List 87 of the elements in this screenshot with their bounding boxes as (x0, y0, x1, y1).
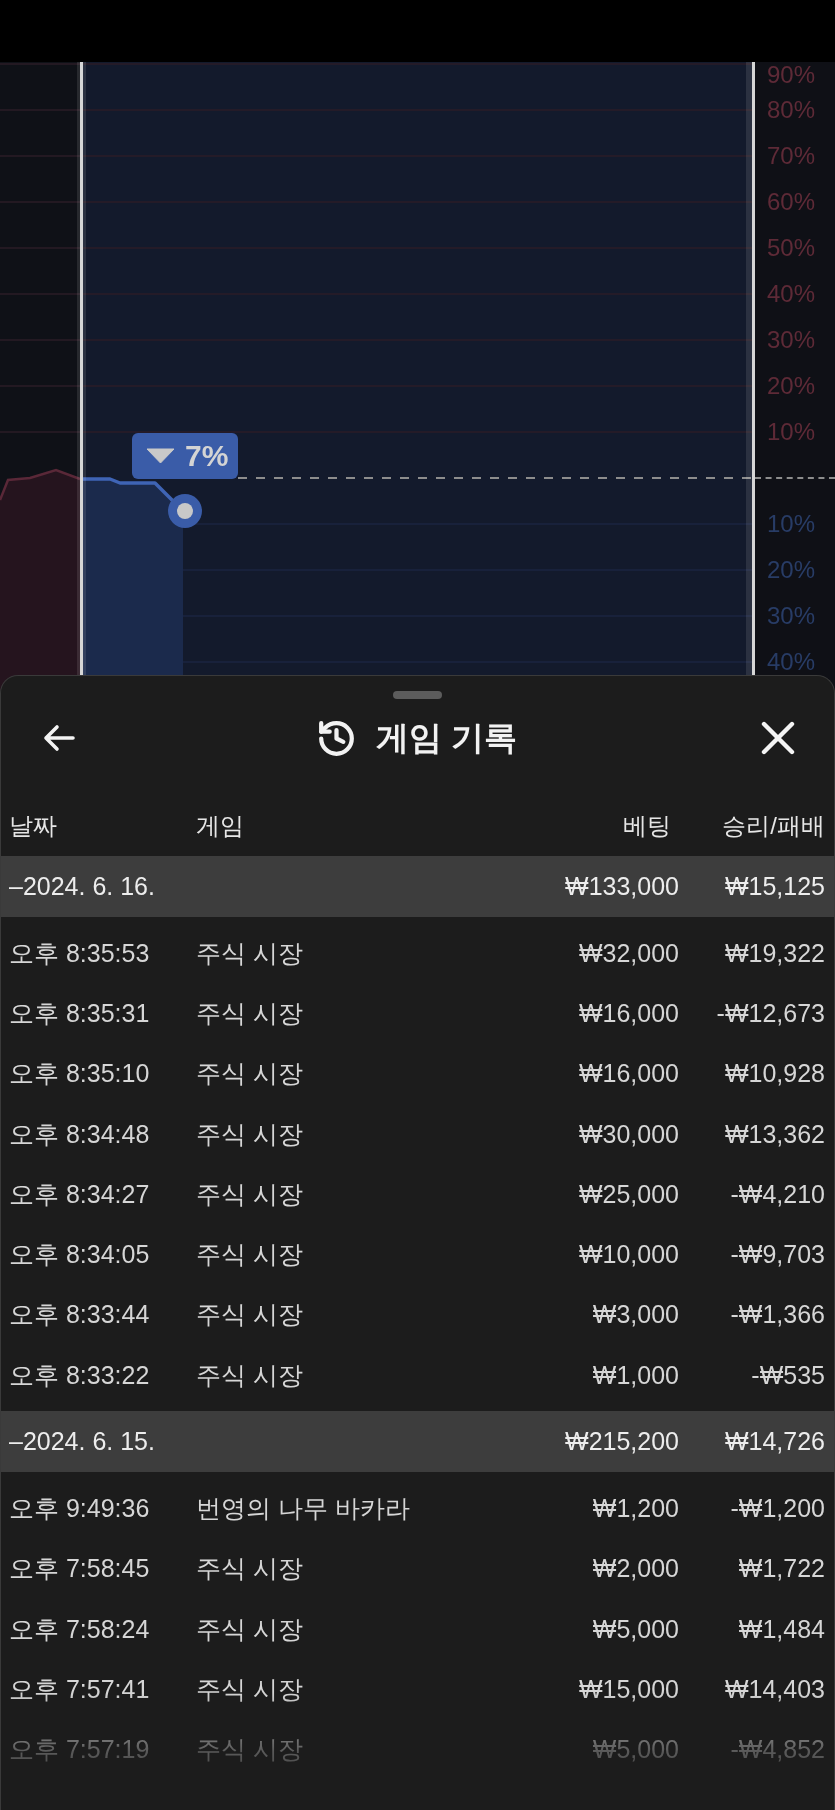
result-cell: -₩9,703 (730, 1240, 825, 1270)
column-header: 날짜 (9, 811, 57, 841)
game-cell-text: 주식 시장 (196, 1118, 303, 1150)
result-cell: -₩535 (751, 1360, 825, 1390)
game-cell-text: 주식 시장 (196, 1359, 303, 1391)
game-cell-text: 주식 시장 (196, 1058, 303, 1090)
axis-label: 90% (767, 62, 816, 87)
result-cell: -₩1,366 (730, 1300, 825, 1330)
axis-label: 70% (767, 144, 816, 168)
result-cell: -₩4,210 (730, 1179, 825, 1209)
time-cell-text: 오후 8:35:10 (9, 1058, 150, 1090)
bet-total-cell: ₩133,000 (565, 872, 679, 901)
bet-cell: ₩5,000 (592, 1614, 679, 1644)
result-cell: ₩10,928 (724, 1059, 825, 1089)
result-cell: ₩1,484 (738, 1614, 825, 1644)
arrow-left-icon (43, 724, 75, 752)
result-cell: ₩13,362 (724, 1119, 825, 1149)
bet-cell: ₩10,000 (578, 1240, 679, 1270)
date-group-row[interactable]: –2024. 6. 16. ₩133,000 ₩15,125 (1, 856, 834, 917)
sheet-title: 게임 기록 (375, 717, 518, 758)
bet-cell: ₩2,000 (592, 1554, 679, 1584)
axis-label: 80% (767, 98, 816, 122)
axis-label: 30% (767, 604, 816, 628)
result-total-cell: ₩14,726 (724, 1427, 825, 1457)
close-button[interactable] (761, 721, 795, 755)
time-cell-text: 오후 9:49:36 (9, 1493, 150, 1524)
axis-label: 40% (767, 650, 816, 674)
down-triangle-icon (146, 448, 175, 464)
result-cell: -₩4,852 (730, 1735, 825, 1765)
bet-cell: ₩16,000 (578, 1059, 679, 1089)
bet-cell: ₩1,200 (592, 1494, 679, 1523)
bet-cell: ₩15,000 (578, 1674, 679, 1704)
axis-label: 40% (767, 282, 816, 306)
time-cell-text: 오후 8:34:05 (9, 1239, 150, 1271)
bet-total-cell: ₩215,200 (565, 1427, 679, 1457)
point-marker-icon (168, 494, 202, 528)
axis-label: 10% (767, 420, 816, 444)
time-cell-text: 오후 7:58:24 (9, 1613, 150, 1645)
result-total-cell: ₩15,125 (724, 872, 825, 901)
game-cell-text: 주식 시장 (196, 1673, 303, 1705)
game-cell-text: 주식 시장 (196, 997, 303, 1029)
date-group-row[interactable]: –2024. 6. 15. ₩215,200 ₩14,726 (1, 1411, 834, 1473)
game-cell-text: 주식 시장 (196, 1239, 303, 1271)
time-cell-text: 오후 8:33:44 (9, 1299, 150, 1331)
axis-label: 20% (767, 558, 816, 582)
game-cell-text: 주식 시장 (196, 1613, 303, 1645)
column-header: 베팅 (623, 811, 672, 841)
axis-label: 30% (767, 328, 816, 352)
bet-cell: ₩32,000 (578, 938, 679, 968)
result-cell: ₩14,403 (724, 1674, 825, 1704)
axis-label: 20% (767, 374, 816, 398)
result-cell: -₩12,673 (716, 998, 825, 1028)
column-header: 게임 (196, 811, 244, 841)
time-cell-text: 오후 8:35:53 (9, 937, 150, 969)
drag-handle[interactable] (393, 691, 442, 699)
history-icon (318, 720, 354, 756)
game-cell-text: 주식 시장 (196, 1553, 303, 1585)
axis-label: 50% (767, 236, 816, 260)
date-cell: –2024. 6. 15. (9, 1427, 155, 1457)
game-cell-text: 주식 시장 (196, 1734, 303, 1766)
back-button[interactable] (43, 724, 75, 752)
close-icon (761, 721, 795, 755)
game-cell-text: 주식 시장 (196, 937, 303, 969)
bet-cell: ₩25,000 (578, 1179, 679, 1209)
bet-cell: ₩5,000 (592, 1735, 679, 1765)
axis-label: 60% (767, 190, 816, 214)
result-cell: -₩1,200 (730, 1494, 825, 1523)
date-cell: –2024. 6. 16. (9, 872, 155, 901)
time-cell-text: 오후 7:57:19 (9, 1734, 150, 1766)
result-cell: ₩1,722 (738, 1554, 825, 1584)
bet-cell: ₩1,000 (592, 1360, 679, 1390)
bet-cell: ₩30,000 (578, 1119, 679, 1149)
time-cell-text: 오후 8:35:31 (9, 997, 150, 1029)
change-percent: 7% (185, 441, 229, 471)
time-cell-text: 오후 7:58:45 (9, 1553, 150, 1585)
bet-cell: ₩16,000 (578, 998, 679, 1028)
game-cell-text: 주식 시장 (196, 1299, 303, 1331)
time-cell-text: 오후 7:57:41 (9, 1673, 150, 1705)
time-cell-text: 오후 8:34:48 (9, 1118, 150, 1150)
result-cell: ₩19,322 (724, 938, 825, 968)
game-cell-text: 주식 시장 (196, 1178, 303, 1210)
game-cell-text: 번영의 나무 바카라 (196, 1493, 410, 1524)
bet-cell: ₩3,000 (592, 1300, 679, 1330)
time-cell-text: 오후 8:34:27 (9, 1178, 150, 1210)
axis-label: 10% (767, 512, 816, 536)
time-cell-text: 오후 8:33:22 (9, 1359, 150, 1391)
column-header: 승리/패배 (722, 811, 825, 841)
